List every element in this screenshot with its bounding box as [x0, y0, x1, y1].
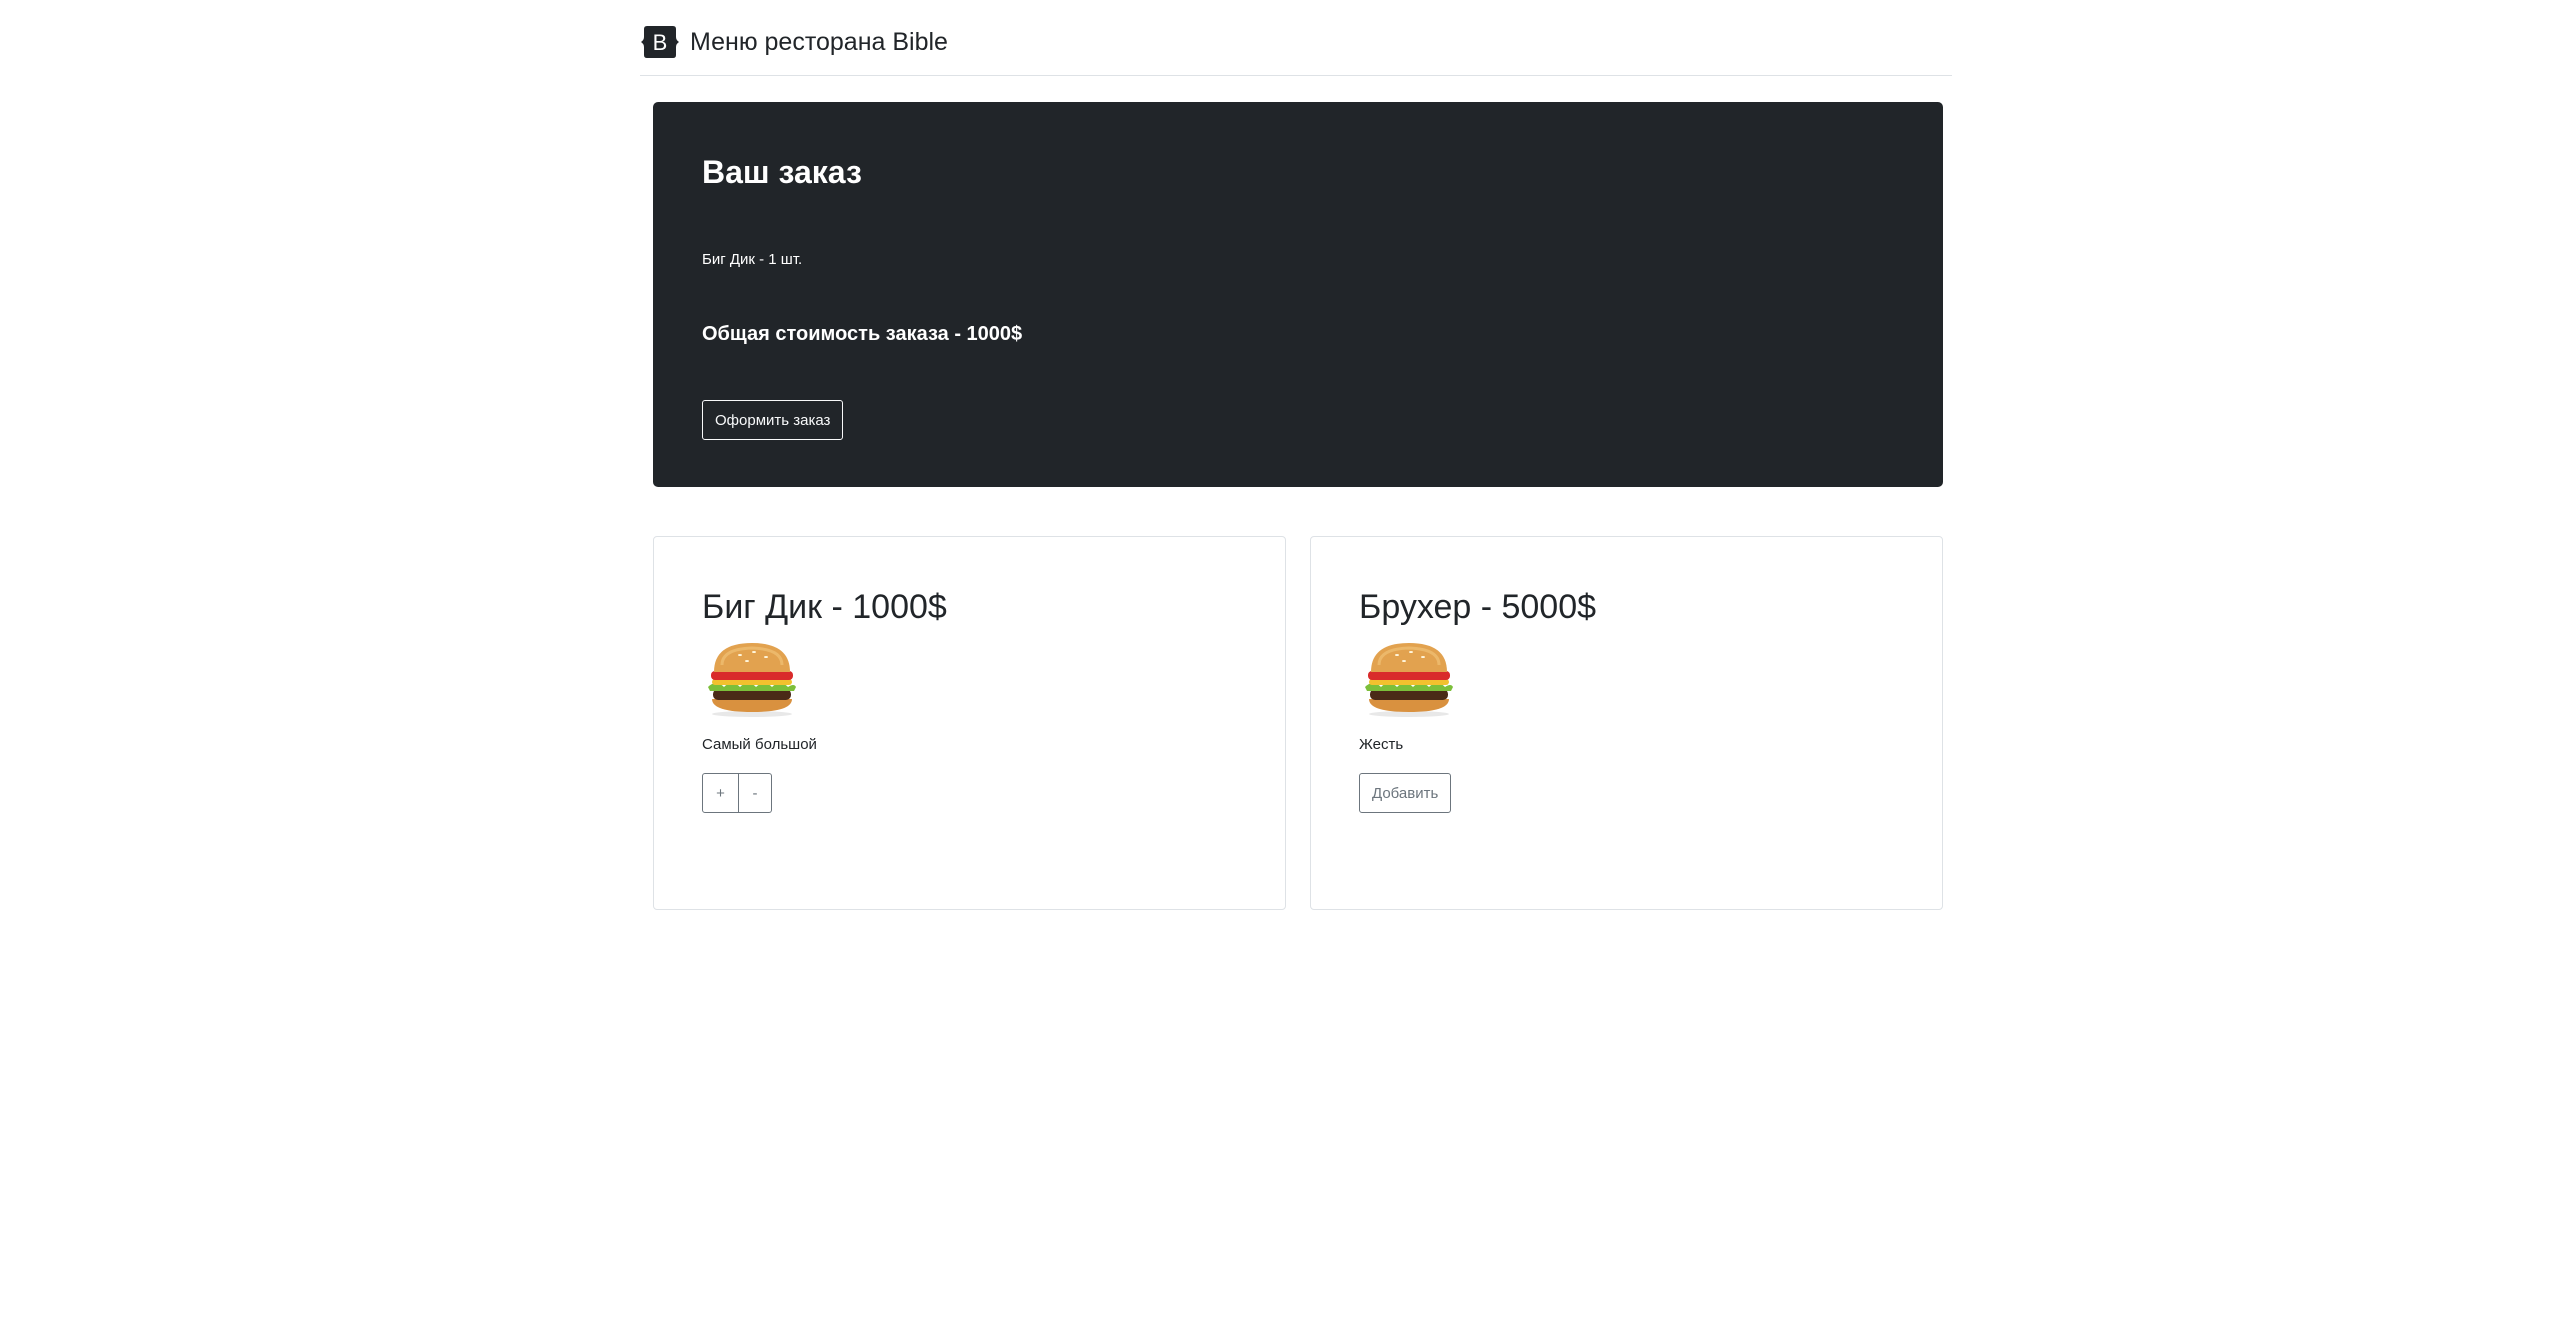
quantity-stepper: + - [702, 773, 772, 813]
burger-image [1365, 643, 1453, 717]
product-description: Жесть [1359, 736, 1404, 753]
site-header: B Меню ресторана Bible [640, 0, 1952, 76]
add-to-order-button[interactable]: Добавить [1359, 773, 1452, 813]
decrease-quantity-button[interactable]: - [739, 773, 772, 813]
brand-title: Меню ресторана Bible [690, 28, 948, 56]
page: B Меню ресторана Bible Ваш заказ Биг Дик… [0, 0, 2560, 1329]
product-card: Брухер - 5000$ Жесть Добавить [1310, 536, 1943, 910]
product-card: Биг Дик - 1000$ Самый большой + - [653, 536, 1286, 910]
bootstrap-logo-icon: B [641, 26, 679, 58]
burger-image [708, 643, 796, 717]
checkout-button[interactable]: Оформить заказ [702, 400, 844, 440]
brand-logo-letter: B [653, 30, 668, 55]
brand-link[interactable]: B Меню ресторана Bible [640, 24, 948, 60]
product-title: Брухер - 5000$ [1359, 588, 1597, 626]
order-title: Ваш заказ [702, 154, 862, 190]
order-total: Общая стоимость заказа - 1000$ [702, 323, 1023, 345]
order-summary-panel: Ваш заказ Биг Дик - 1 шт. Общая стоимост… [653, 102, 1943, 487]
order-line-item: Биг Дик - 1 шт. [702, 251, 803, 268]
increase-quantity-button[interactable]: + [702, 773, 739, 813]
product-title: Биг Дик - 1000$ [702, 588, 947, 626]
product-description: Самый большой [702, 736, 817, 753]
